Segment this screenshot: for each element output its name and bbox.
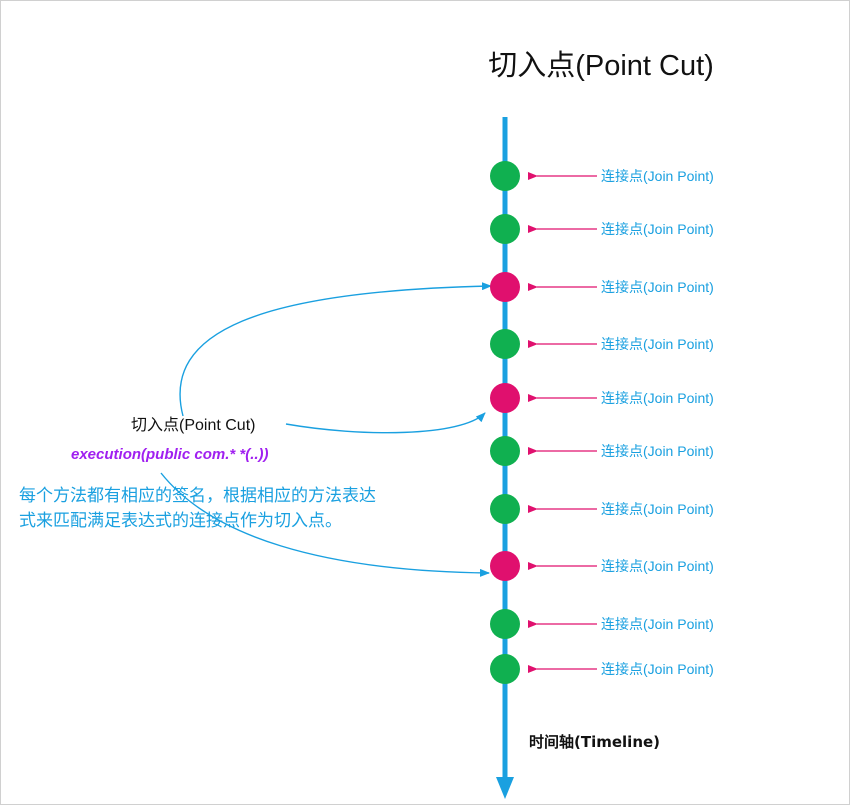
join-point-3: 连接点(Join Point) <box>490 272 714 302</box>
join-point-5: 连接点(Join Point) <box>490 383 714 413</box>
pointcut-diagram: 切入点(Point Cut) 时间轴(Timeline) 连接点(Join Po… <box>19 49 714 799</box>
diagram-title: 切入点(Point Cut) <box>488 49 714 82</box>
join-point-marker <box>490 436 520 466</box>
pointcut-expression: execution(public com.* *(..)) <box>71 446 269 463</box>
join-point-label: 连接点(Join Point) <box>601 221 714 237</box>
join-point-7: 连接点(Join Point) <box>490 494 714 524</box>
join-point-6: 连接点(Join Point) <box>490 436 714 466</box>
join-point-marker <box>490 214 520 244</box>
matched-join-point-marker <box>490 383 520 413</box>
timeline-arrowhead <box>496 777 514 799</box>
join-point-marker <box>490 609 520 639</box>
join-point-label: 连接点(Join Point) <box>601 279 714 295</box>
join-point-marker <box>490 654 520 684</box>
join-point-marker <box>490 494 520 524</box>
join-point-label: 连接点(Join Point) <box>601 558 714 574</box>
matched-join-point-marker <box>490 272 520 302</box>
join-point-label: 连接点(Join Point) <box>601 336 714 352</box>
description-line-2: 式来匹配满足表达式的连接点作为切入点。 <box>19 511 342 531</box>
join-point-label: 连接点(Join Point) <box>601 661 714 677</box>
pointcut-curve-middle <box>285 412 486 434</box>
join-point-2: 连接点(Join Point) <box>490 214 714 244</box>
timeline-label: 时间轴(Timeline) <box>529 733 660 751</box>
join-point-label: 连接点(Join Point) <box>601 443 714 459</box>
join-point-label: 连接点(Join Point) <box>601 616 714 632</box>
join-point-9: 连接点(Join Point) <box>490 609 714 639</box>
matched-join-point-marker <box>490 551 520 581</box>
join-point-10: 连接点(Join Point) <box>490 654 714 684</box>
join-point-marker <box>490 329 520 359</box>
diagram-frame: 切入点(Point Cut) 时间轴(Timeline) 连接点(Join Po… <box>0 0 850 805</box>
join-point-label: 连接点(Join Point) <box>601 501 714 517</box>
join-point-marker <box>490 161 520 191</box>
join-point-label: 连接点(Join Point) <box>601 168 714 184</box>
join-point-label: 连接点(Join Point) <box>601 390 714 406</box>
join-point-8: 连接点(Join Point) <box>490 551 714 581</box>
join-point-1: 连接点(Join Point) <box>490 161 714 191</box>
join-points-group: 连接点(Join Point) 连接点(Join Point) 连接点(Join P… <box>490 161 714 684</box>
join-point-4: 连接点(Join Point) <box>490 329 714 359</box>
pointcut-curve-top <box>179 282 492 417</box>
pointcut-label: 切入点(Point Cut) <box>131 416 255 434</box>
description-line-1: 每个方法都有相应的签名，根据相应的方法表达 <box>19 486 376 506</box>
